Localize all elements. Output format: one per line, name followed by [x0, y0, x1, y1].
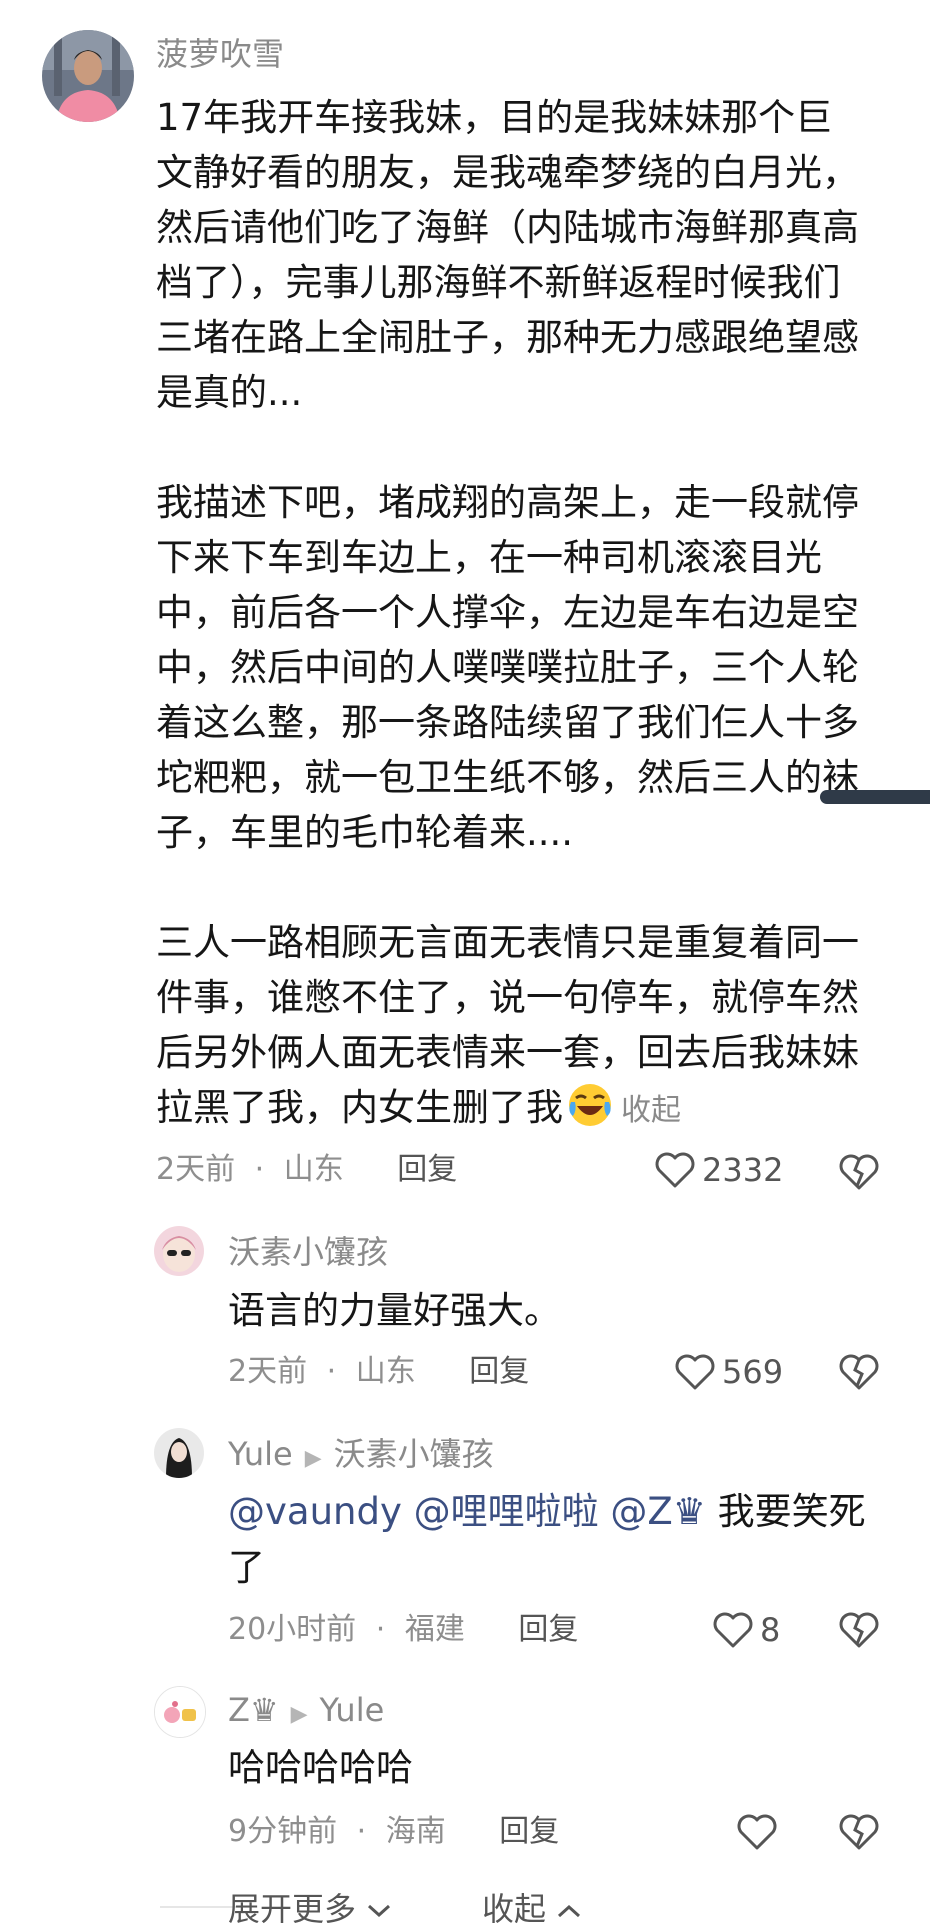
reply-button[interactable]: 回复: [499, 1814, 559, 1849]
paragraph: 我描述下吧，堵成翔的高架上，走一段就停 下来下车到车边上，在一种司机滚滚目光 中…: [156, 475, 916, 860]
location: 福建: [404, 1612, 465, 1647]
like-button[interactable]: 569: [674, 1352, 783, 1392]
avatar-image: [42, 30, 134, 122]
avatar[interactable]: [42, 30, 134, 122]
dislike-button[interactable]: [838, 1812, 880, 1852]
reply-to-name[interactable]: Yule: [320, 1691, 385, 1729]
timestamp: 2天前: [228, 1354, 308, 1389]
text-line: 档了），完事儿那海鲜不新鲜返程时候我们: [156, 261, 841, 304]
separator: ·: [254, 1152, 265, 1187]
text-line: 子，车里的毛巾轮着来....: [156, 811, 574, 854]
text-line: 坨粑粑，就一包卫生纸不够，然后三人的袜: [156, 756, 859, 799]
broken-heart-icon: [839, 1814, 879, 1850]
separator: ·: [356, 1814, 367, 1849]
timestamp: 20小时前: [228, 1612, 357, 1647]
comment-body: @vaundy @哩哩啦啦 @Z♛ 我要笑死 了: [228, 1484, 908, 1596]
text-line: 语言的力量好强大。: [228, 1289, 561, 1332]
comment-meta: 20小时前 · 福建 回复: [228, 1612, 578, 1648]
scroll-edge-marker: [820, 790, 930, 804]
broken-heart-icon: [839, 1154, 879, 1190]
comment-meta: 2天前 · 山东 回复: [228, 1354, 529, 1390]
text-line: 中，前后各一个人撑伞，左边是车右边是空: [156, 591, 859, 634]
text-line: 文静好看的朋友，是我魂牵梦绕的白月光，: [156, 151, 859, 194]
separator: ·: [375, 1612, 386, 1647]
timestamp: 2天前: [156, 1152, 236, 1187]
laughing-crying-emoji-icon: [567, 1082, 613, 1128]
expand-more-label: 展开更多: [228, 1890, 357, 1928]
timestamp: 9分钟前: [228, 1814, 338, 1849]
comment-author[interactable]: 沃素小馕孩: [228, 1234, 388, 1270]
author-name[interactable]: Z♛: [228, 1691, 279, 1729]
text-line: 三人一路相顾无言面无表情只是重复着同一: [156, 921, 859, 964]
reply-arrow-icon: ▶: [290, 1702, 308, 1727]
heart-icon: [713, 1612, 753, 1648]
avatar[interactable]: [154, 1428, 204, 1478]
text-line: 了: [228, 1546, 265, 1589]
text-line: 然后请他们吃了海鲜（内陆城市海鲜那真高: [156, 206, 859, 249]
location: 山东: [355, 1354, 416, 1389]
collapse-link[interactable]: 收起: [621, 1093, 681, 1128]
location: 海南: [385, 1814, 446, 1849]
like-button[interactable]: 8: [712, 1610, 780, 1650]
text-line: 后另外俩人面无表情来一套，回去后我妹妹: [156, 1031, 859, 1074]
text-line: 三堵在路上全闹肚子，那种无力感跟绝望感: [156, 316, 859, 359]
collapse-replies-button[interactable]: 收起: [482, 1884, 582, 1930]
separator: ·: [326, 1354, 337, 1389]
avatar-image: [155, 1687, 205, 1737]
text-line: 下来下车到车边上，在一种司机滚滚目光: [156, 536, 822, 579]
chevron-up-icon: [558, 1904, 581, 1918]
paragraph: 三人一路相顾无言面无表情只是重复着同一 件事，谁憋不住了，说一句停车，就停车然 …: [156, 915, 916, 1138]
comment-body: 语言的力量好强大。: [228, 1284, 561, 1338]
mentions[interactable]: @vaundy @哩哩啦啦 @Z♛: [228, 1490, 706, 1533]
reply-arrow-icon: ▶: [304, 1446, 322, 1471]
reply-button[interactable]: 回复: [518, 1612, 578, 1647]
comment-author: Yule ▶ 沃素小馕孩: [228, 1436, 494, 1477]
broken-heart-icon: [839, 1354, 879, 1390]
heart-icon: [675, 1354, 715, 1390]
comment-body: 哈哈哈哈哈: [228, 1740, 413, 1796]
text-line: 件事，谁憋不住了，说一句停车，就停车然: [156, 976, 859, 1019]
text-line: 我描述下吧，堵成翔的高架上，走一段就停: [156, 481, 859, 524]
broken-heart-icon: [839, 1612, 879, 1648]
like-button[interactable]: [736, 1812, 778, 1852]
dislike-button[interactable]: [838, 1152, 880, 1192]
author-name[interactable]: Yule: [228, 1435, 293, 1473]
like-count: 8: [760, 1611, 781, 1649]
collapse-replies-label: 收起: [482, 1890, 547, 1928]
comment-author[interactable]: 菠萝吹雪: [156, 36, 284, 72]
location: 山东: [283, 1152, 344, 1187]
like-button[interactable]: 2332: [654, 1150, 783, 1190]
text-line: 着这么整，那一条路陆续留了我们仨人十多: [156, 701, 859, 744]
heart-icon: [655, 1152, 695, 1188]
avatar[interactable]: [154, 1226, 204, 1276]
like-count: 2332: [702, 1151, 784, 1189]
comment-body: 17年我开车接我妹，目的是我妹妹那个巨 文静好看的朋友，是我魂牵梦绕的白月光， …: [156, 90, 916, 1138]
avatar[interactable]: [154, 1686, 206, 1738]
reply-button[interactable]: 回复: [469, 1354, 529, 1389]
text-line: 哈哈哈哈哈: [228, 1746, 413, 1789]
text-line: 中，然后中间的人噗噗噗拉肚子，三个人轮: [156, 646, 859, 689]
dislike-button[interactable]: [838, 1352, 880, 1392]
expand-more-button[interactable]: 展开更多: [228, 1884, 392, 1930]
avatar-image: [154, 1428, 204, 1478]
text-line: 是真的...: [156, 371, 303, 414]
heart-icon: [737, 1814, 777, 1850]
comment-meta: 2天前 · 山东 回复: [156, 1152, 457, 1188]
like-count: 569: [722, 1353, 784, 1391]
comment-author: Z♛ ▶ Yule: [228, 1692, 384, 1733]
chevron-down-icon: [368, 1904, 391, 1918]
comment-meta: 9分钟前 · 海南 回复: [228, 1814, 559, 1850]
reply-button[interactable]: 回复: [397, 1152, 457, 1187]
reply-to-name[interactable]: 沃素小馕孩: [334, 1435, 494, 1473]
avatar-image: [154, 1226, 204, 1276]
paragraph: 17年我开车接我妹，目的是我妹妹那个巨 文静好看的朋友，是我魂牵梦绕的白月光， …: [156, 90, 916, 420]
text-line: 我要笑死: [705, 1490, 866, 1533]
dislike-button[interactable]: [838, 1610, 880, 1650]
text-line: 拉黑了我，内女生删了我: [156, 1086, 563, 1129]
text-line: 17年我开车接我妹，目的是我妹妹那个巨: [156, 96, 833, 139]
